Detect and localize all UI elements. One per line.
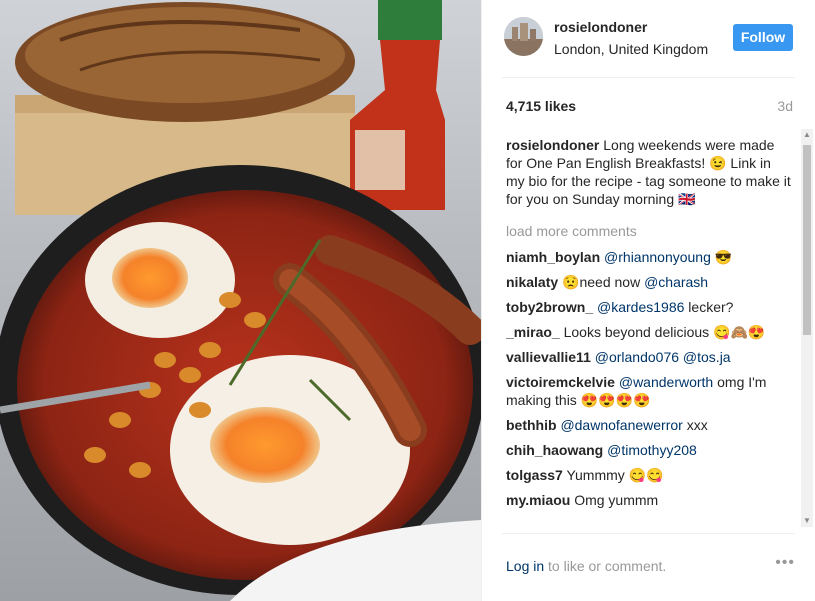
comment-username[interactable]: victoiremckelvie: [506, 374, 615, 390]
comment-username[interactable]: nikalaty: [506, 274, 558, 290]
header-username[interactable]: rosielondoner: [554, 19, 647, 35]
caption-username[interactable]: rosielondoner: [506, 137, 599, 153]
comment-username[interactable]: tolgass7: [506, 467, 563, 483]
login-prompt-text: to like or comment.: [548, 558, 667, 574]
comment-mention[interactable]: @timothyy208: [607, 442, 697, 458]
comment-username[interactable]: chih_haowang: [506, 442, 603, 458]
post-photo[interactable]: [0, 0, 481, 601]
user-avatar[interactable]: [504, 17, 543, 56]
comment-mention[interactable]: @dawnofanewerror: [560, 417, 682, 433]
likes-row: 4,715 likes 3d: [506, 98, 793, 114]
comment-item: my.miaou Omg yummm: [506, 491, 793, 509]
comment-username[interactable]: niamh_boylan: [506, 249, 600, 265]
breakfast-pan-image: [0, 0, 481, 601]
comment-mention[interactable]: @charash: [644, 274, 708, 290]
scroll-down-icon[interactable]: ▼: [801, 515, 813, 527]
follow-button[interactable]: Follow: [733, 24, 793, 51]
comments-list[interactable]: rosielondoner Long weekends were made fo…: [506, 129, 793, 527]
avatar-image: [504, 17, 543, 56]
comment-username[interactable]: toby2brown_: [506, 299, 593, 315]
comment-text: 😟need now: [562, 274, 641, 290]
comment-mention[interactable]: @wanderworth: [619, 374, 713, 390]
comment-mention[interactable]: @rhiannonyoung: [604, 249, 711, 265]
caption: rosielondoner Long weekends were made fo…: [506, 136, 793, 208]
comment-username[interactable]: vallievallie11: [506, 349, 591, 365]
post-details-panel: rosielondoner London, United Kingdom Fol…: [481, 0, 815, 601]
likes-count[interactable]: 4,715 likes: [506, 98, 576, 114]
more-options-icon[interactable]: •••: [775, 554, 795, 572]
comment-username[interactable]: bethhib: [506, 417, 557, 433]
scrollbar-thumb[interactable]: [803, 145, 811, 335]
comment-item: _mirao_ Looks beyond delicious 😋🙈😍: [506, 323, 793, 341]
comment-text: xxx: [686, 417, 708, 433]
load-more-comments-link[interactable]: load more comments: [506, 222, 793, 240]
comment-item: nikalaty 😟need now @charash: [506, 273, 793, 291]
comment-item: bethhib @dawnofanewerror xxx: [506, 416, 793, 434]
scroll-up-icon[interactable]: ▲: [801, 129, 813, 141]
comment-text: Omg yummm: [574, 492, 659, 508]
footer-divider: [502, 533, 795, 534]
comment-text: 😎: [714, 249, 733, 265]
comment-item: toby2brown_ @kardes1986 lecker?: [506, 298, 793, 316]
comment-username[interactable]: my.miaou: [506, 492, 570, 508]
comment-username[interactable]: _mirao_: [506, 324, 560, 340]
instagram-post: rosielondoner London, United Kingdom Fol…: [0, 0, 815, 601]
comment-item: chih_haowang @timothyy208: [506, 441, 793, 459]
comment-item: tolgass7 Yummmy 😋😋: [506, 466, 793, 484]
comment-mention[interactable]: @orlando076 @tos.ja: [595, 349, 731, 365]
header-divider: [502, 77, 795, 78]
post-footer: Log in to like or comment. •••: [506, 554, 795, 574]
comment-item: victoiremckelvie @wanderworth omg I'm ma…: [506, 373, 793, 409]
comment-item: vallievallie11 @orlando076 @tos.ja: [506, 348, 793, 366]
comment-text: Looks beyond delicious 😋🙈😍: [563, 324, 766, 340]
comment-item: niamh_boylan @rhiannonyoung 😎: [506, 248, 793, 266]
comment-text: lecker?: [688, 299, 734, 315]
comments-scrollbar[interactable]: ▲ ▼: [801, 129, 813, 527]
comment-text: Yummmy 😋😋: [566, 467, 664, 483]
post-age[interactable]: 3d: [777, 98, 793, 114]
post-header: rosielondoner London, United Kingdom Fol…: [482, 0, 815, 78]
comment-mention[interactable]: @kardes1986: [597, 299, 684, 315]
login-link[interactable]: Log in: [506, 558, 544, 574]
header-location[interactable]: London, United Kingdom: [554, 41, 708, 57]
